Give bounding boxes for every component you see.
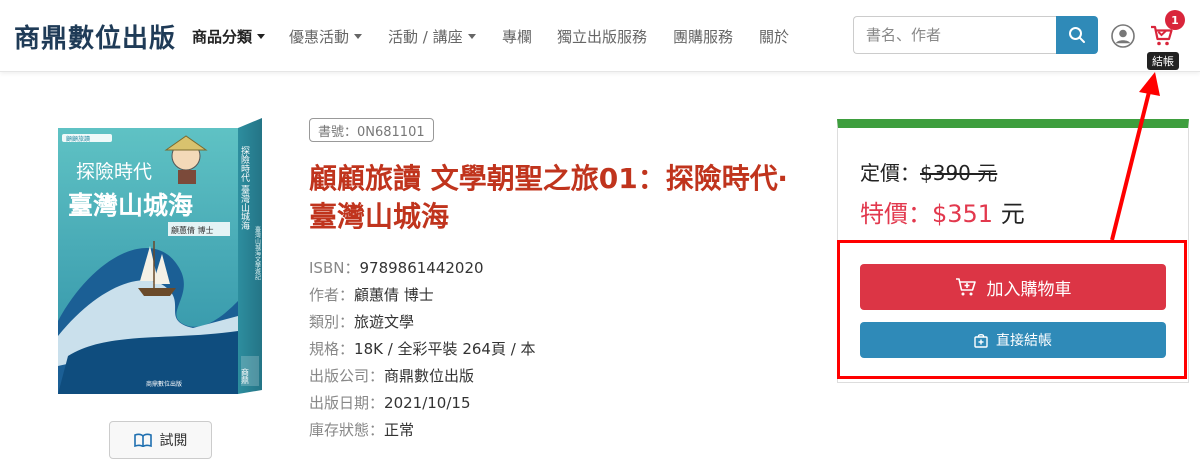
brand-logo[interactable]: 商鼎數位出版	[14, 18, 176, 55]
meta-value: 旅遊文學	[354, 313, 415, 331]
nav-item-label: 商品分類	[192, 28, 253, 46]
cover-spine-title: 探險時代 臺灣山城海	[239, 145, 250, 231]
sku-badge: 書號：0N681101	[309, 118, 434, 142]
book-title: 顧顧旅讀 文學朝聖之旅01：探險時代‧臺灣山城海	[309, 162, 788, 233]
meta-label: ISBN	[309, 259, 345, 277]
chevron-down-icon	[257, 34, 266, 39]
cover-spine-subtitle: 臺灣山城海文學遊記	[254, 225, 261, 281]
meta-value: 18K / 全彩平裝 264頁 / 本	[354, 340, 536, 358]
cart-count-badge: 1	[1165, 10, 1185, 30]
book-cover-image[interactable]: 顧顧旅讀 探險時代 臺灣山城海 顧蕙倩 博士 商鼎數位出版 探險時代 臺灣山城海…	[58, 116, 262, 394]
chevron-down-icon	[467, 34, 476, 39]
preview-label: 試閱	[159, 433, 188, 449]
nav-item-label: 獨立出版服務	[557, 28, 648, 46]
list-price-label: 定價：	[860, 161, 920, 185]
meta-label: 出版公司	[309, 367, 370, 385]
meta-label: 出版日期	[309, 394, 370, 412]
meta-label: 庫存狀態	[309, 421, 370, 439]
cover-author: 顧蕙倩 博士	[171, 225, 214, 235]
nav-item-about[interactable]: 關於	[759, 26, 789, 47]
cover-title-line2: 臺灣山城海	[68, 191, 193, 220]
nav-item-label: 團購服務	[673, 28, 734, 46]
search-input[interactable]	[853, 16, 1057, 54]
cover-title-line1: 探險時代	[76, 161, 152, 183]
sale-price: 特價：$351 元	[860, 194, 1025, 229]
nav-item-label: 活動 / 講座	[388, 28, 463, 46]
cover-publisher: 商鼎數位出版	[146, 380, 182, 388]
nav-item-columns[interactable]: 專欄	[502, 26, 532, 47]
meta-row-author: 作者：顧蕙倩 博士	[309, 286, 434, 304]
sale-price-value: $351	[932, 200, 994, 228]
nav-item-indie-publishing[interactable]: 獨立出版服務	[557, 26, 647, 47]
meta-label: 作者	[309, 286, 340, 304]
meta-row-spec: 規格：18K / 全彩平裝 264頁 / 本	[309, 340, 536, 358]
list-price: 定價：$390 元	[860, 157, 997, 186]
meta-value: 2021/10/15	[384, 394, 471, 412]
cover-series-tag: 顧顧旅讀	[66, 135, 90, 143]
meta-label: 類別	[309, 313, 340, 331]
nav-item-label: 關於	[759, 28, 790, 46]
meta-value: 顧蕙倩 博士	[354, 286, 434, 304]
top-navbar: 商鼎數位出版 商品分類 優惠活動 活動 / 講座 專欄 獨立出版服務 團購服務 …	[0, 0, 1200, 72]
meta-row-pub-date: 出版日期：2021/10/15	[309, 394, 471, 412]
cover-spine-publisher: 商鼎	[241, 367, 250, 385]
search-icon	[1069, 27, 1085, 43]
meta-value: 9789861442020	[359, 259, 484, 277]
meta-label: 規格	[309, 340, 340, 358]
meta-row-isbn: ISBN：9789861442020	[309, 259, 484, 277]
search-button[interactable]	[1056, 16, 1098, 54]
sale-price-label: 特價：	[860, 200, 932, 228]
nav-item-label: 專欄	[502, 28, 533, 46]
chevron-down-icon	[354, 34, 363, 39]
meta-value: 商鼎數位出版	[384, 367, 475, 385]
open-book-icon	[133, 433, 152, 447]
nav-item-events[interactable]: 活動 / 講座	[388, 26, 476, 47]
annotation-highlight-box	[837, 240, 1187, 379]
user-circle-icon[interactable]	[1111, 24, 1135, 48]
list-price-value: $390 元	[920, 161, 998, 185]
meta-value: 正常	[384, 421, 415, 439]
preview-button[interactable]: 試閱	[109, 421, 212, 459]
meta-row-publisher: 出版公司：商鼎數位出版	[309, 367, 475, 385]
nav-item-categories[interactable]: 商品分類	[192, 26, 266, 47]
nav-item-label: 優惠活動	[289, 28, 350, 46]
nav-item-group-buy[interactable]: 團購服務	[673, 26, 733, 47]
sale-price-unit: 元	[1000, 200, 1025, 228]
meta-row-stock: 庫存狀態：正常	[309, 421, 415, 439]
nav-item-promotions[interactable]: 優惠活動	[289, 26, 363, 47]
cart-tooltip: 結帳	[1147, 52, 1179, 70]
meta-row-category: 類別：旅遊文學	[309, 313, 415, 331]
